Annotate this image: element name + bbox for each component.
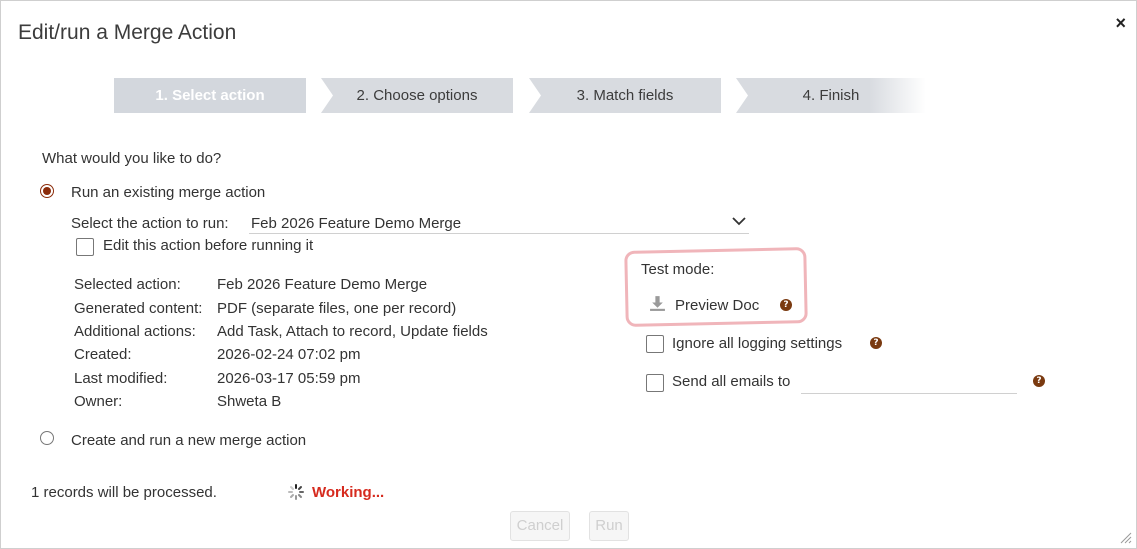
edit-before-running-checkbox[interactable]: [76, 238, 94, 256]
resize-handle-icon[interactable]: [1120, 532, 1132, 544]
step-choose-options[interactable]: 2. Choose options: [321, 78, 513, 113]
cancel-button[interactable]: Cancel: [510, 511, 570, 541]
step-select-action[interactable]: 1. Select action: [114, 78, 306, 113]
radio-new-action[interactable]: [40, 431, 54, 445]
close-icon[interactable]: ×: [1115, 13, 1126, 34]
select-action-label: Select the action to run:: [71, 215, 229, 232]
preview-doc-button[interactable]: Preview Doc: [675, 297, 759, 314]
detail-label: Created:: [74, 346, 132, 363]
step-match-fields[interactable]: 3. Match fields: [529, 78, 721, 113]
chevron-down-icon[interactable]: [731, 213, 747, 229]
send-emails-checkbox[interactable]: [646, 374, 664, 392]
help-icon[interactable]: ?: [870, 337, 882, 349]
detail-value: 2026-03-17 05:59 pm: [217, 370, 361, 387]
working-status: Working...: [312, 484, 385, 501]
help-icon[interactable]: ?: [1033, 375, 1045, 387]
test-mode-highlight: [624, 247, 808, 327]
detail-label: Owner:: [74, 393, 123, 410]
merge-action-dialog: Edit/run a Merge Action × 1. Select acti…: [0, 0, 1137, 549]
question-label: What would you like to do?: [42, 150, 222, 167]
edit-before-running-label[interactable]: Edit this action before running it: [103, 237, 313, 254]
detail-value: Shweta B: [217, 393, 282, 410]
detail-label: Additional actions:: [74, 323, 196, 340]
detail-label: Selected action:: [74, 276, 181, 293]
ignore-logging-label[interactable]: Ignore all logging settings: [672, 335, 842, 352]
help-icon[interactable]: ?: [780, 299, 792, 311]
detail-label: Generated content:: [74, 300, 203, 317]
radio-existing-action-label[interactable]: Run an existing merge action: [71, 184, 265, 201]
test-mode-label: Test mode:: [641, 261, 715, 278]
detail-value: 2026-02-24 07:02 pm: [217, 346, 361, 363]
detail-value: Feb 2026 Feature Demo Merge: [217, 276, 428, 293]
spinner-icon: [288, 484, 304, 500]
radio-existing-action[interactable]: [40, 184, 54, 198]
send-emails-label[interactable]: Send all emails to: [672, 373, 790, 390]
detail-label: Last modified:: [74, 370, 168, 387]
download-icon[interactable]: [649, 295, 666, 312]
ignore-logging-checkbox[interactable]: [646, 335, 664, 353]
step-finish[interactable]: 4. Finish: [736, 78, 926, 113]
action-select-value[interactable]: Feb 2026 Feature Demo Merge: [251, 215, 461, 232]
radio-new-action-label[interactable]: Create and run a new merge action: [71, 432, 306, 449]
detail-value: PDF (separate files, one per record): [217, 300, 457, 317]
send-emails-input[interactable]: [801, 373, 1017, 394]
dialog-title: Edit/run a Merge Action: [18, 21, 237, 44]
records-count-text: 1 records will be processed.: [31, 484, 217, 501]
run-button[interactable]: Run: [589, 511, 629, 541]
detail-value: Add Task, Attach to record, Update field…: [217, 323, 488, 340]
